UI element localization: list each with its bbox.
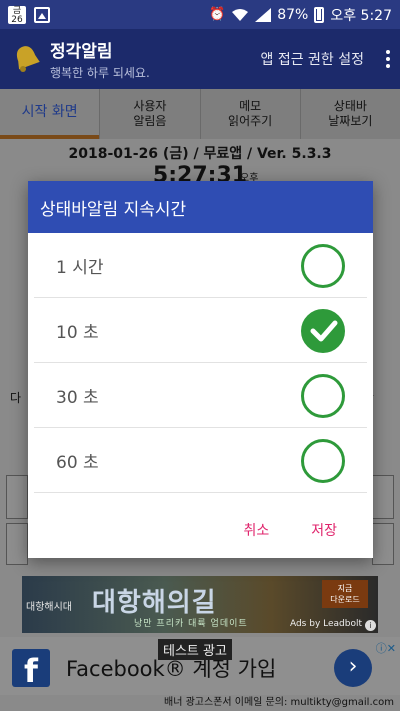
side-text-left: 다 bbox=[10, 391, 22, 405]
option-60-sec[interactable]: 60 초 bbox=[34, 428, 367, 493]
app-title: 정각알림 bbox=[50, 42, 113, 62]
wifi-icon bbox=[232, 8, 249, 21]
radio-button[interactable] bbox=[301, 374, 345, 418]
ad-logo: 대항해시대 bbox=[26, 602, 72, 613]
option-label: 10 초 bbox=[56, 322, 99, 343]
tab-memo-read[interactable]: 메모 읽어주기 bbox=[199, 89, 300, 139]
option-label: 60 초 bbox=[56, 452, 99, 473]
option-label: 30 초 bbox=[56, 387, 99, 408]
battery-icon bbox=[314, 6, 325, 23]
app-bar: 정각알림 행복한 하루 되세요. 앱 접근 권한 설정 bbox=[0, 29, 400, 89]
duration-dialog: 상태바알림 지속시간 1 시간 10 초 30 초 60 초 취소 저장 bbox=[28, 181, 373, 558]
app-subtitle: 행복한 하루 되세요. bbox=[50, 66, 150, 80]
status-time: 오후 5:27 bbox=[330, 7, 392, 24]
battery-percent: 87% bbox=[277, 6, 309, 23]
ad-title: 대항해의길 bbox=[92, 588, 217, 618]
more-options-icon[interactable] bbox=[386, 50, 390, 68]
tab-statusbar-date[interactable]: 상태바 날짜보기 bbox=[299, 89, 400, 139]
bg-button[interactable] bbox=[372, 523, 394, 565]
footer-contact: 배너 광고스폰서 이메일 문의: multikty@gmail.com bbox=[0, 695, 400, 711]
calendar-icon: 금 26 bbox=[8, 5, 26, 25]
facebook-icon: f bbox=[12, 649, 50, 690]
checkmark-icon bbox=[310, 320, 338, 342]
info-icon[interactable]: i bbox=[365, 620, 376, 631]
option-10-sec[interactable]: 10 초 bbox=[34, 298, 367, 363]
cancel-button[interactable]: 취소 bbox=[243, 520, 269, 540]
ad-subtitle: 낭만 프리카 대륙 업데이트 bbox=[134, 619, 248, 629]
radio-button[interactable] bbox=[301, 439, 345, 483]
ad-close-icon[interactable]: ⓘ✕ bbox=[376, 640, 396, 656]
signal-icon bbox=[255, 7, 272, 22]
bg-button[interactable] bbox=[6, 523, 28, 565]
image-icon bbox=[34, 6, 50, 23]
bg-button[interactable] bbox=[372, 475, 394, 519]
save-button[interactable]: 저장 bbox=[311, 520, 337, 540]
calendar-day: 26 bbox=[11, 14, 23, 25]
option-1-hour[interactable]: 1 시간 bbox=[34, 233, 367, 298]
permission-settings-button[interactable]: 앱 접근 권한 설정 bbox=[260, 49, 364, 69]
tab-user-sound[interactable]: 사용자 알림음 bbox=[99, 89, 199, 139]
tab-home[interactable]: 시작 화면 bbox=[0, 89, 100, 139]
ad-download-button[interactable]: 지금 다운로드 bbox=[322, 580, 368, 608]
bg-button[interactable] bbox=[6, 475, 28, 519]
radio-button-checked[interactable] bbox=[301, 309, 345, 353]
facebook-ad[interactable]: f Facebook® 계정 가입 테스트 광고 › ⓘ✕ bbox=[0, 637, 400, 695]
chevron-right-icon[interactable]: › bbox=[334, 649, 372, 687]
status-bar: 금 26 ⏰ 87% 오후 5:27 bbox=[0, 0, 400, 29]
dialog-title: 상태바알림 지속시간 bbox=[28, 181, 373, 233]
option-label: 1 시간 bbox=[56, 257, 104, 278]
tab-bar: 시작 화면 사용자 알림음 메모 읽어주기 상태바 날짜보기 bbox=[0, 89, 400, 139]
test-ad-label: 테스트 광고 bbox=[158, 639, 232, 660]
radio-button[interactable] bbox=[301, 244, 345, 288]
bell-icon bbox=[10, 42, 44, 76]
alarm-icon: ⏰ bbox=[209, 7, 226, 22]
game-ad-banner[interactable]: 대항해시대 대항해의길 낭만 프리카 대륙 업데이트 지금 다운로드 Ads b… bbox=[22, 576, 378, 633]
ad-cta-label: 지금 다운로드 bbox=[330, 584, 360, 604]
date-version-line: 2018-01-26 (금) / 무료앱 / Ver. 5.3.3 bbox=[68, 146, 332, 162]
option-30-sec[interactable]: 30 초 bbox=[34, 363, 367, 428]
ad-attribution: Ads by Leadbolt bbox=[289, 619, 362, 629]
